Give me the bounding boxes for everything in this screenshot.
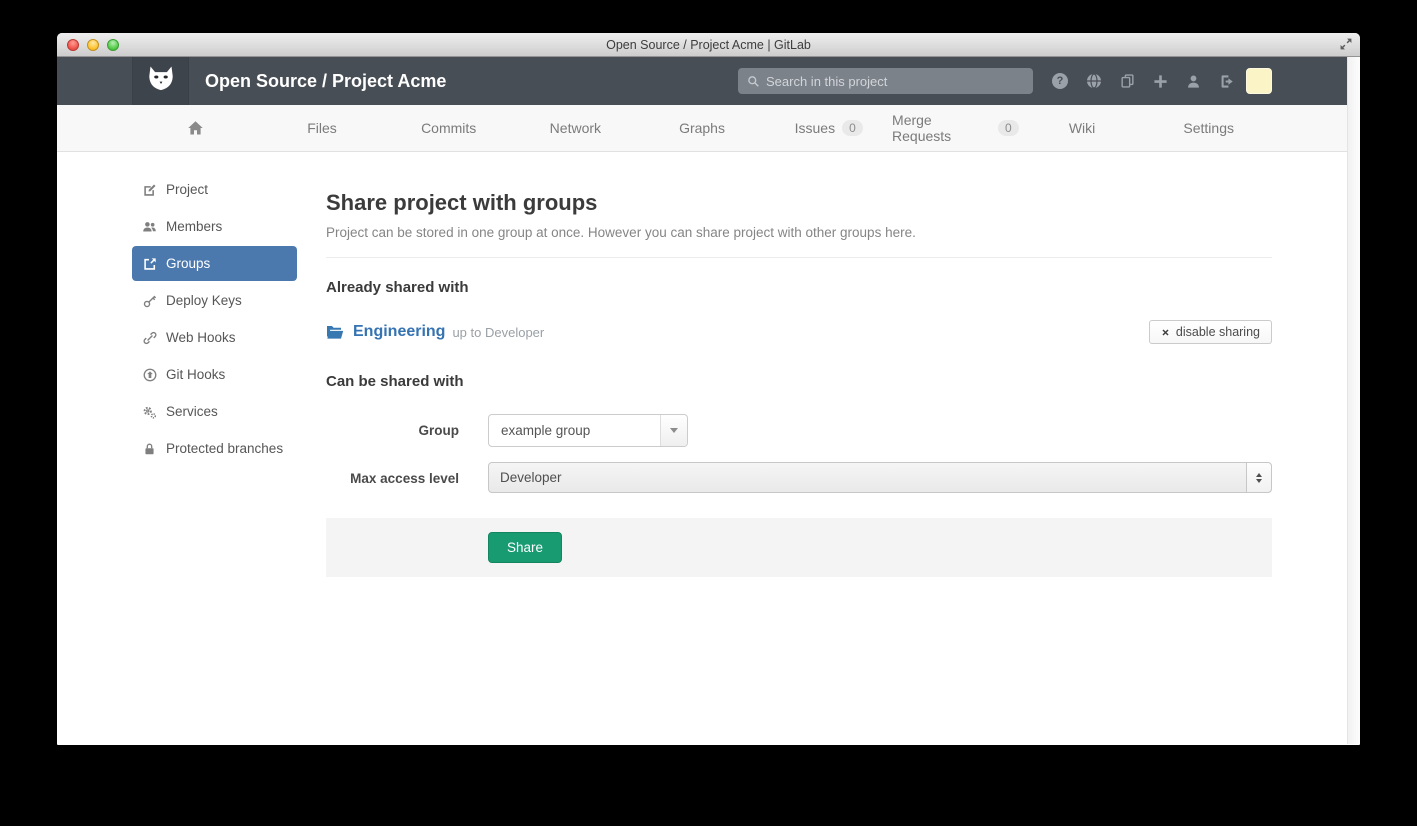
app-window: Open Source / Project Acme | GitLab — [57, 33, 1360, 745]
max-access-label: Max access level — [326, 462, 459, 493]
sidebar-item-services[interactable]: Services — [132, 394, 297, 429]
traffic-lights — [67, 39, 119, 51]
window-title: Open Source / Project Acme | GitLab — [606, 38, 811, 52]
max-access-select[interactable]: Developer — [488, 462, 1272, 493]
minimize-window-button[interactable] — [87, 39, 99, 51]
tab-wiki[interactable]: Wiki — [1019, 105, 1146, 151]
home-icon — [187, 120, 204, 136]
sidebar-item-web-hooks[interactable]: Web Hooks — [132, 320, 297, 355]
sidebar-item-protected-branches[interactable]: Protected branches — [132, 431, 297, 466]
disable-sharing-button[interactable]: disable sharing — [1149, 320, 1272, 344]
key-icon — [142, 294, 157, 308]
page-description: Project can be stored in one group at on… — [326, 225, 1272, 240]
link-icon — [142, 331, 157, 345]
search-icon — [747, 75, 760, 88]
users-icon — [142, 220, 157, 234]
search-box[interactable] — [738, 68, 1033, 94]
divider — [326, 257, 1272, 258]
tab-home[interactable] — [132, 105, 259, 151]
profile-user-icon[interactable] — [1186, 74, 1201, 89]
group-select[interactable]: example group — [488, 414, 688, 447]
app-header: Open Source / Project Acme ? — [57, 57, 1347, 105]
share-project-panel: Share project with groups Project can be… — [326, 172, 1272, 577]
help-icon[interactable]: ? — [1052, 73, 1068, 89]
form-actions: Share — [326, 518, 1272, 577]
close-window-button[interactable] — [67, 39, 79, 51]
sidebar-item-members[interactable]: Members — [132, 209, 297, 244]
tab-commits[interactable]: Commits — [385, 105, 512, 151]
max-access-select-value: Developer — [489, 463, 1246, 492]
lock-icon — [142, 442, 157, 456]
tab-issues[interactable]: Issues 0 — [765, 105, 892, 151]
share-button[interactable]: Share — [488, 532, 562, 563]
edit-pencil-icon — [142, 183, 157, 197]
tab-graphs[interactable]: Graphs — [639, 105, 766, 151]
sidebar-item-project[interactable]: Project — [132, 172, 297, 207]
group-select-value: example group — [489, 415, 660, 446]
search-input[interactable] — [766, 74, 1024, 89]
group-form-row: Group example group — [326, 414, 1272, 447]
can-be-shared-heading: Can be shared with — [326, 373, 1272, 390]
chevron-down-icon — [660, 415, 687, 446]
folder-open-icon — [326, 325, 344, 340]
titlebar: Open Source / Project Acme | GitLab — [57, 33, 1360, 57]
gears-icon — [142, 405, 157, 419]
issues-count-badge: 0 — [842, 120, 863, 136]
zoom-window-button[interactable] — [107, 39, 119, 51]
tab-files[interactable]: Files — [259, 105, 386, 151]
gitlab-logo[interactable] — [132, 57, 189, 105]
tab-merge-requests[interactable]: Merge Requests 0 — [892, 105, 1019, 151]
project-nav: Files Commits Network Graphs Issues 0 Me… — [57, 105, 1347, 152]
new-project-plus-icon[interactable] — [1153, 74, 1168, 89]
globe-icon[interactable] — [1086, 73, 1102, 89]
tab-settings[interactable]: Settings — [1145, 105, 1272, 151]
settings-sidebar: Project Members — [132, 172, 297, 577]
select-stepper-icon — [1246, 463, 1271, 492]
shared-group-row: Engineering up to Developer disable shar… — [326, 320, 1272, 344]
sign-out-icon[interactable] — [1219, 74, 1235, 89]
group-label: Group — [326, 414, 459, 447]
merge-requests-count-badge: 0 — [998, 120, 1019, 136]
shared-group-link[interactable]: Engineering — [353, 323, 445, 341]
fullscreen-icon[interactable] — [1339, 37, 1353, 51]
user-avatar[interactable] — [1246, 68, 1272, 94]
page-title: Share project with groups — [326, 190, 1272, 216]
already-shared-heading: Already shared with — [326, 279, 1272, 296]
sidebar-item-git-hooks[interactable]: Git Hooks — [132, 357, 297, 392]
arrow-up-circle-icon — [142, 368, 157, 382]
x-icon — [1161, 328, 1170, 337]
shared-group-access-note: up to Developer — [452, 325, 544, 340]
share-icon — [142, 257, 157, 271]
scrollbar-track[interactable] — [1347, 57, 1360, 744]
max-access-form-row: Max access level Developer — [326, 462, 1272, 493]
tab-network[interactable]: Network — [512, 105, 639, 151]
copy-icon[interactable] — [1120, 73, 1135, 89]
header-project-title: Open Source / Project Acme — [205, 71, 446, 92]
sidebar-item-groups[interactable]: Groups — [132, 246, 297, 281]
sidebar-item-deploy-keys[interactable]: Deploy Keys — [132, 283, 297, 318]
